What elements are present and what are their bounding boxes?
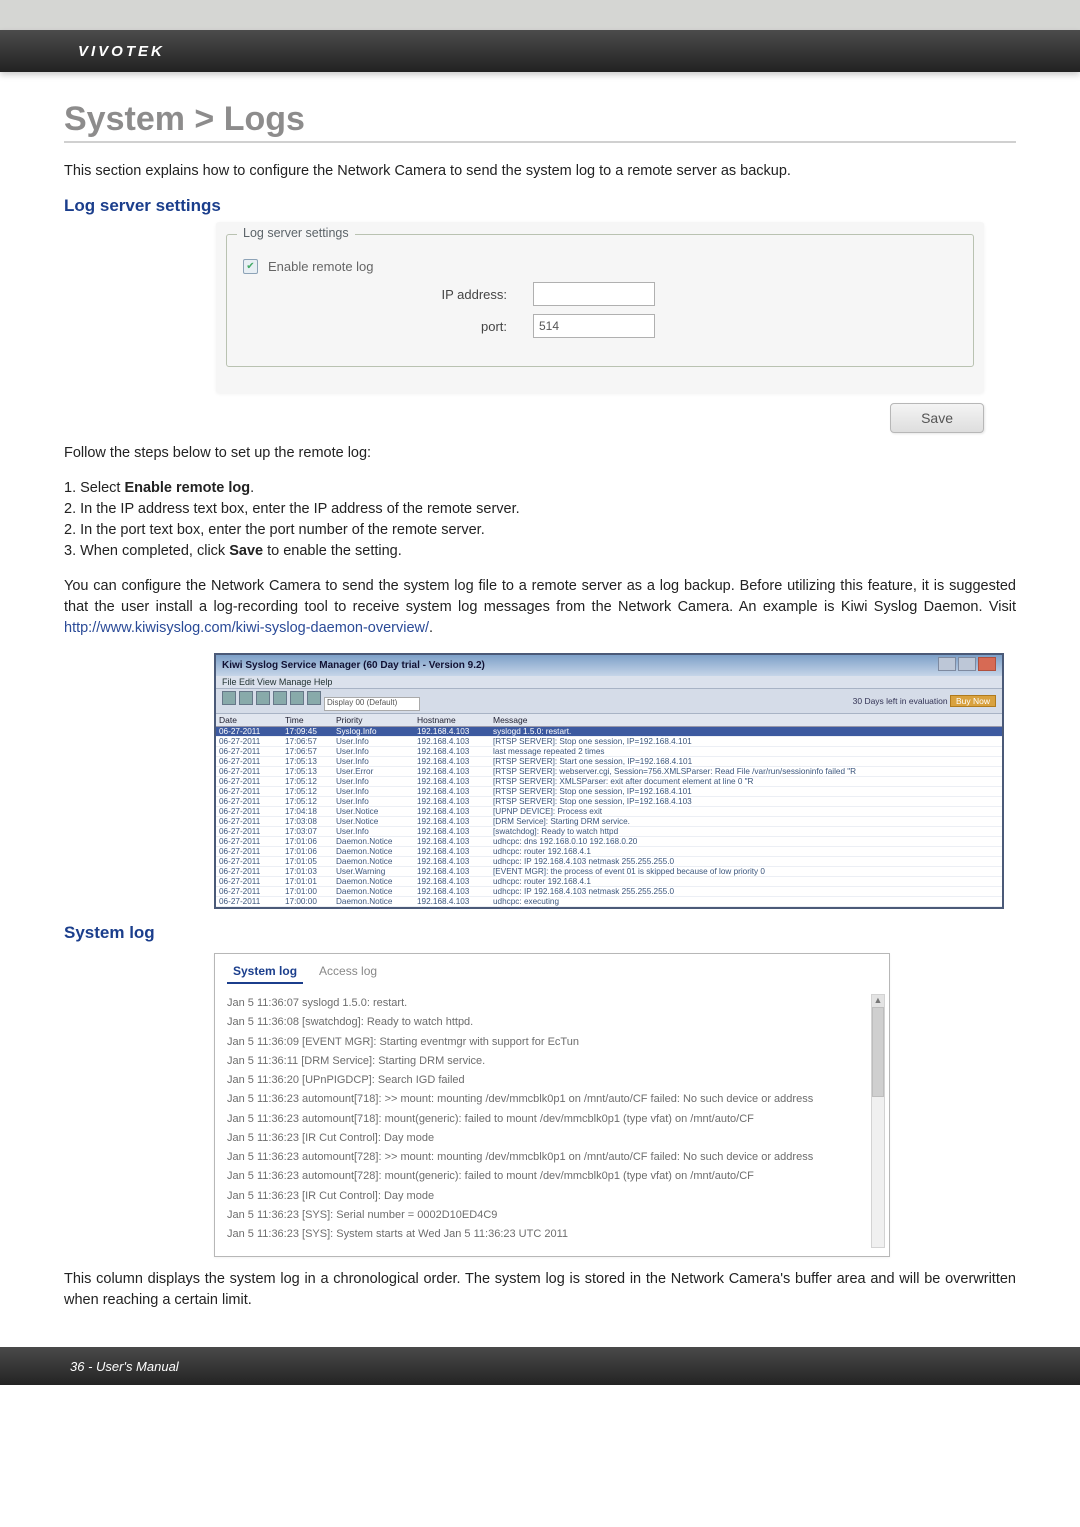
follow-steps-text: Follow the steps below to set up the rem… (64, 443, 1016, 464)
col-hostname: Hostname (414, 714, 490, 727)
col-message: Message (490, 714, 1002, 727)
kiwi-status: 30 Days left in evaluation Buy Now (853, 695, 996, 707)
tab-system-log[interactable]: System log (227, 964, 303, 984)
kiwi-log-row: 06-27-201117:05:12User.Info192.168.4.103… (216, 797, 1002, 807)
kiwi-log-row: 06-27-201117:01:00Daemon.Notice192.168.4… (216, 887, 1002, 897)
kiwi-link[interactable]: http://www.kiwisyslog.com/kiwi-syslog-da… (64, 620, 429, 636)
log-scrollbar[interactable]: ▲ (871, 994, 885, 1248)
col-time: Time (282, 714, 333, 727)
log-line: Jan 5 11:36:23 automount[718]: mount(gen… (227, 1110, 877, 1129)
kiwi-log-row: 06-27-201117:03:08User.Notice192.168.4.1… (216, 817, 1002, 827)
step-3: 2. In the port text box, enter the port … (64, 520, 1016, 541)
kiwi-log-row: 06-27-201117:01:01Daemon.Notice192.168.4… (216, 877, 1002, 887)
kiwi-log-row: 06-27-201117:06:57User.Info192.168.4.103… (216, 747, 1002, 757)
step-4-bold: Save (229, 543, 263, 559)
scroll-up-icon[interactable]: ▲ (872, 995, 884, 1007)
step-4c: to enable the setting. (263, 543, 402, 559)
log-line: Jan 5 11:36:23 automount[728]: mount(gen… (227, 1167, 877, 1186)
save-button[interactable]: Save (890, 403, 984, 433)
kiwi-log-row: 06-27-201117:01:03User.Warning192.168.4.… (216, 867, 1002, 877)
log-line: Jan 5 11:36:23 automount[728]: >> mount:… (227, 1148, 877, 1167)
log-line: Jan 5 11:36:23 [SYS]: Serial number = 00… (227, 1206, 877, 1225)
top-banner (0, 0, 1080, 30)
step-1c: . (250, 480, 254, 496)
log-line: Jan 5 11:36:20 [UPnPIGDCP]: Search IGD f… (227, 1071, 877, 1090)
port-label: port: (237, 319, 533, 334)
kiwi-log-row: 06-27-201117:00:00Daemon.Notice192.168.4… (216, 897, 1002, 907)
tab-access-log[interactable]: Access log (315, 964, 381, 984)
kiwi-screenshot: Kiwi Syslog Service Manager (60 Day tria… (214, 653, 1004, 909)
intro-paragraph: This section explains how to configure t… (64, 161, 1016, 182)
enable-remote-log-label: Enable remote log (268, 259, 374, 274)
step-4a: 3. When completed, click (64, 543, 229, 559)
kiwi-paragraph: You can configure the Network Camera to … (64, 576, 1016, 639)
ip-address-label: IP address: (237, 287, 533, 302)
step-2: 2. In the IP address text box, enter the… (64, 499, 1016, 520)
log-server-panel: Log server settings ✔ Enable remote log … (216, 222, 984, 433)
enable-remote-log-checkbox[interactable]: ✔ (243, 259, 258, 274)
kiwi-menubar: File Edit View Manage Help (216, 676, 1002, 689)
step-1-bold: Enable remote log (124, 480, 250, 496)
log-line: Jan 5 11:36:08 [swatchdog]: Ready to wat… (227, 1013, 877, 1032)
port-input[interactable] (533, 314, 655, 338)
kiwi-log-row: 06-27-201117:09:45Syslog.Info192.168.4.1… (216, 727, 1002, 737)
kiwi-display-dropdown[interactable]: Display 00 (Default) (324, 697, 420, 711)
kiwi-log-row: 06-27-201117:05:12User.Info192.168.4.103… (216, 777, 1002, 787)
log-line: Jan 5 11:36:23 automount[718]: >> mount:… (227, 1090, 877, 1109)
brand-bar: VIVOTEK (0, 30, 1080, 72)
fieldset-legend: Log server settings (237, 226, 355, 240)
step-1a: 1. Select (64, 480, 124, 496)
log-line: Jan 5 11:36:09 [EVENT MGR]: Starting eve… (227, 1033, 877, 1052)
system-log-panel: System log Access log Jan 5 11:36:07 sys… (214, 953, 890, 1257)
footer-bar: 36 - User's Manual (0, 1347, 1080, 1385)
log-line: Jan 5 11:36:23 [IR Cut Control]: Day mod… (227, 1129, 877, 1148)
kiwi-log-grid: Date Time Priority Hostname Message 06-2… (216, 714, 1002, 907)
kiwi-log-row: 06-27-201117:06:57User.Info192.168.4.103… (216, 737, 1002, 747)
window-buttons (936, 657, 996, 674)
kiwi-log-row: 06-27-201117:01:06Daemon.Notice192.168.4… (216, 837, 1002, 847)
steps-list: 1. Select Enable remote log. 2. In the I… (64, 478, 1016, 562)
kiwi-log-row: 06-27-201117:05:12User.Info192.168.4.103… (216, 787, 1002, 797)
log-line: Jan 5 11:36:07 syslogd 1.5.0: restart. (227, 994, 877, 1013)
log-line: Jan 5 11:36:23 [IR Cut Control]: Day mod… (227, 1187, 877, 1206)
col-date: Date (216, 714, 282, 727)
scroll-thumb[interactable] (872, 1007, 884, 1097)
brand-text: VIVOTEK (78, 43, 165, 60)
kiwi-window-title: Kiwi Syslog Service Manager (60 Day tria… (222, 660, 485, 671)
kiwi-log-row: 06-27-201117:03:07User.Info192.168.4.103… (216, 827, 1002, 837)
kiwi-log-row: 06-27-201117:01:06Daemon.Notice192.168.4… (216, 847, 1002, 857)
kiwi-log-row: 06-27-201117:05:13User.Error192.168.4.10… (216, 767, 1002, 777)
section-log-server-settings-heading: Log server settings (64, 196, 1016, 216)
kiwi-para-end: . (429, 620, 433, 636)
col-priority: Priority (333, 714, 414, 727)
kiwi-log-row: 06-27-201117:01:05Daemon.Notice192.168.4… (216, 857, 1002, 867)
page-title: System > Logs (64, 100, 1016, 143)
log-line: Jan 5 11:36:23 [SYS]: System starts at W… (227, 1225, 877, 1244)
system-log-lines: Jan 5 11:36:07 syslogd 1.5.0: restart.Ja… (227, 994, 877, 1244)
section-system-log-heading: System log (64, 923, 1016, 943)
kiwi-log-row: 06-27-201117:05:13User.Info192.168.4.103… (216, 757, 1002, 767)
footer-text: 36 - User's Manual (70, 1359, 179, 1374)
closing-paragraph: This column displays the system log in a… (64, 1269, 1016, 1311)
ip-address-input[interactable] (533, 282, 655, 306)
kiwi-log-row: 06-27-201117:04:18User.Notice192.168.4.1… (216, 807, 1002, 817)
log-line: Jan 5 11:36:11 [DRM Service]: Starting D… (227, 1052, 877, 1071)
kiwi-toolbar-icons: Display 00 (Default) (222, 691, 423, 711)
kiwi-para-text: You can configure the Network Camera to … (64, 578, 1016, 615)
